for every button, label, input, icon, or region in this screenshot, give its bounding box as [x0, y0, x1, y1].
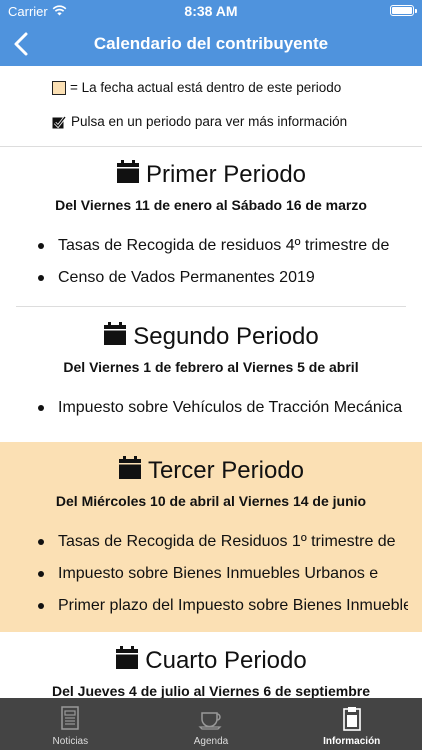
period-title: Primer Periodo: [0, 160, 422, 189]
period-dates: Del Viernes 1 de febrero al Viernes 5 de…: [63, 359, 359, 375]
period-card-4[interactable]: Cuarto Periodo Del Jueves 4 de julio al …: [0, 632, 422, 698]
tab-noticias[interactable]: Noticias: [0, 698, 141, 750]
tab-label: Noticias: [52, 736, 89, 747]
edit-checkbox-icon: [52, 115, 66, 128]
page-title: Calendario del contribuyente: [93, 34, 329, 53]
tab-bar: Noticias Agenda Información: [0, 698, 422, 750]
tax-list: Tasas de Recogida de residuos 4º trimest…: [38, 230, 408, 294]
tax-list: Impuesto sobre Vehículos de Tracción Mec…: [38, 392, 408, 424]
tab-informacion[interactable]: Información: [281, 698, 422, 750]
tax-item: Impuesto sobre Bienes Inmuebles Urbanos …: [38, 558, 408, 590]
battery-icon: [390, 5, 417, 16]
tax-item: Tasas de Recogida de residuos 4º trimest…: [38, 230, 408, 262]
period-card-1[interactable]: Primer Periodo Del Viernes 11 de enero a…: [0, 146, 422, 306]
status-bar: Carrier 8:38 AM: [0, 0, 422, 22]
calendar-icon: [118, 456, 141, 479]
legend-tap-info-text: Pulsa en un periodo para ver más informa…: [71, 114, 348, 129]
period-title: Segundo Periodo: [0, 322, 422, 351]
period-title-text: Cuarto Periodo: [145, 647, 307, 674]
current-period-swatch: [52, 80, 66, 95]
calendar-icon: [104, 322, 127, 345]
period-title-text: Primer Periodo: [145, 161, 307, 188]
period-title-text: Tercer Periodo: [147, 457, 305, 484]
tab-agenda[interactable]: Agenda: [141, 698, 282, 750]
navigation-bar: Calendario del contribuyente: [0, 22, 422, 66]
period-title-text: Segundo Periodo: [133, 323, 319, 350]
period-card-2[interactable]: Segundo Periodo Del Viernes 1 de febrero…: [0, 308, 422, 442]
tax-list: Tasas de Recogida de Residuos 1º trimest…: [38, 526, 408, 622]
legend: = La fecha actual está dentro de este pe…: [0, 66, 422, 147]
tax-item: Tasas de Recogida de Residuos 1º trimest…: [38, 526, 408, 558]
calendar-icon: [116, 160, 139, 183]
tab-label: Agenda: [193, 736, 229, 747]
tax-item: Censo de Vados Permanentes 2019: [38, 262, 408, 294]
period-title: Cuarto Periodo: [0, 646, 422, 675]
period-dates: Del Miércoles 10 de abril al Viernes 14 …: [55, 493, 367, 509]
period-title: Tercer Periodo: [0, 456, 422, 485]
clock: 8:38 AM: [184, 3, 238, 19]
calendar-icon: [116, 646, 139, 669]
coffee-cup-icon: [198, 712, 222, 730]
tax-item: Impuesto sobre Vehículos de Tracción Mec…: [38, 392, 408, 424]
legend-current-period: = La fecha actual está dentro de este pe…: [52, 80, 341, 95]
clipboard-icon: [342, 707, 361, 731]
newspaper-icon: [61, 706, 80, 730]
legend-tap-info: Pulsa en un periodo para ver más informa…: [52, 114, 347, 129]
legend-current-period-text: = La fecha actual está dentro de este pe…: [70, 80, 342, 95]
tax-item: Primer plazo del Impuesto sobre Bienes I…: [38, 590, 408, 622]
period-dates: Del Jueves 4 de julio al Viernes 6 de se…: [51, 683, 370, 698]
divider: [16, 306, 406, 307]
period-card-3[interactable]: Tercer Periodo Del Miércoles 10 de abril…: [0, 442, 422, 632]
tab-label: Información: [323, 736, 381, 747]
period-dates: Del Viernes 11 de enero al Sábado 16 de …: [55, 197, 367, 213]
